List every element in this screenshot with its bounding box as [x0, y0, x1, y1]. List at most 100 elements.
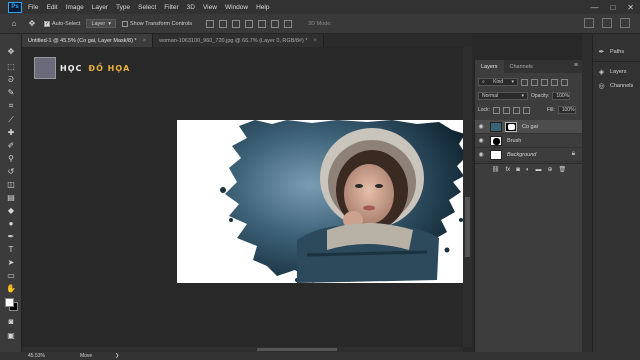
move-tool-icon[interactable]: ✥ — [5, 46, 17, 57]
menu-view[interactable]: View — [203, 4, 217, 11]
eye-icon[interactable]: ◉ — [475, 137, 487, 144]
close-icon[interactable]: × — [314, 38, 318, 44]
marquee-tool-icon[interactable]: ⬚ — [5, 61, 17, 72]
history-brush-tool-icon[interactable]: ↺ — [5, 166, 17, 177]
share-icon[interactable] — [620, 18, 630, 28]
new-layer-icon[interactable]: ⊕ — [547, 166, 552, 173]
move-tool-icon[interactable]: ✥ — [26, 18, 38, 30]
lock-transparent-icon[interactable] — [492, 106, 500, 114]
quick-mask-icon[interactable]: ◙ — [5, 316, 17, 327]
tools-panel: ✥ ⬚ ᘐ ✎ ⌗ ⟋ ✚ ✐ ⚲ ↺ ◫ ▤ ◆ ● ✒ T ➤ ▭ ✋ ◙ … — [0, 34, 22, 352]
zoom-level[interactable]: 45.53% — [28, 353, 45, 359]
minimize-button[interactable]: — — [590, 3, 598, 12]
menu-window[interactable]: Window — [225, 4, 248, 11]
trash-icon[interactable]: 🗑︎ — [558, 166, 566, 173]
close-icon[interactable]: × — [143, 38, 147, 44]
color-swatches[interactable] — [5, 298, 18, 311]
adjustment-layer-icon[interactable]: ◐ — [526, 167, 530, 173]
crop-tool-icon[interactable]: ⌗ — [5, 100, 17, 111]
brush-tool-icon[interactable]: ✐ — [5, 140, 17, 151]
workspace-icon[interactable] — [602, 18, 612, 28]
scrollbar-thumb[interactable] — [257, 348, 337, 351]
filter-kind-dropdown[interactable]: ⌕ Kind ▾ — [478, 78, 518, 86]
auto-select-target-dropdown[interactable]: Layer ▾ — [86, 19, 116, 28]
show-transform-checkbox[interactable]: Show Transform Controls — [121, 20, 192, 27]
tab-layers[interactable]: Layers — [475, 60, 504, 73]
path-select-tool-icon[interactable]: ➤ — [5, 257, 17, 268]
close-button[interactable]: ✕ — [627, 3, 634, 12]
canvas-area[interactable] — [22, 47, 472, 347]
home-icon[interactable]: ⌂ — [8, 18, 20, 30]
scrollbar-thumb[interactable] — [465, 197, 470, 257]
shape-filter-icon[interactable] — [551, 78, 558, 86]
pen-tool-icon[interactable]: ✒ — [5, 231, 17, 242]
align-middle-icon[interactable] — [258, 19, 267, 28]
menu-help[interactable]: Help — [256, 4, 269, 11]
dock-paths[interactable]: ✒ Paths — [597, 47, 625, 56]
opacity-input[interactable]: 100% — [552, 92, 571, 100]
fx-icon[interactable]: fx — [506, 167, 511, 173]
dodge-tool-icon[interactable]: ● — [5, 218, 17, 229]
document-canvas[interactable] — [177, 120, 467, 283]
screen-mode-icon[interactable]: ▣ — [5, 330, 17, 341]
healing-brush-tool-icon[interactable]: ✚ — [5, 127, 17, 138]
menu-image[interactable]: Image — [66, 4, 84, 11]
clone-stamp-tool-icon[interactable]: ⚲ — [5, 153, 17, 164]
align-center-icon[interactable] — [219, 19, 228, 28]
type-filter-icon[interactable] — [541, 78, 548, 86]
maximize-button[interactable]: □ — [610, 3, 615, 12]
shape-tool-icon[interactable]: ▭ — [5, 270, 17, 281]
layer-row-co-gai[interactable]: ◉ Co gai — [475, 120, 583, 134]
tab-woman-jpg[interactable]: woman-1063100_960_720.jpg @ 66.7% (Layer… — [153, 34, 325, 47]
fill-input[interactable]: 100% — [557, 106, 576, 114]
smart-filter-icon[interactable] — [561, 78, 568, 86]
align-left-icon[interactable] — [206, 19, 215, 28]
hand-tool-icon[interactable]: ✋ — [5, 283, 17, 294]
distribute-icon[interactable] — [284, 19, 293, 28]
menu-file[interactable]: File — [28, 4, 38, 11]
menu-select[interactable]: Select — [138, 4, 156, 11]
eye-icon[interactable]: ◉ — [475, 123, 487, 130]
layer-row-brush[interactable]: ◉ Brush — [475, 134, 583, 148]
layer-mask-thumbnail[interactable] — [505, 121, 517, 132]
blend-mode-dropdown[interactable]: Normal ▾ — [478, 92, 528, 100]
add-mask-icon[interactable]: ◙ — [516, 167, 520, 173]
auto-select-checkbox[interactable]: ✓ Auto-Select — [44, 20, 80, 27]
align-top-icon[interactable] — [245, 19, 254, 28]
pixel-filter-icon[interactable] — [521, 78, 528, 86]
status-expand-icon[interactable]: ❯ — [115, 353, 119, 359]
panel-menu-icon[interactable]: ≡ — [574, 62, 578, 69]
menu-layer[interactable]: Layer — [92, 4, 108, 11]
eyedropper-tool-icon[interactable]: ⟋ — [5, 114, 17, 125]
gradient-tool-icon[interactable]: ▤ — [5, 192, 17, 203]
eye-icon[interactable]: ◉ — [475, 151, 487, 158]
group-folder-icon[interactable]: ▬ — [535, 167, 541, 173]
blur-tool-icon[interactable]: ◆ — [5, 205, 17, 216]
menu-3d[interactable]: 3D — [187, 4, 195, 11]
document-tabs: Untitled-1 @ 45.5% (Co gai, Layer Mask/8… — [22, 34, 472, 47]
menu-type[interactable]: Type — [116, 4, 130, 11]
type-tool-icon[interactable]: T — [5, 244, 17, 255]
tab-untitled-1[interactable]: Untitled-1 @ 45.5% (Co gai, Layer Mask/8… — [22, 34, 154, 47]
adjustment-filter-icon[interactable] — [531, 78, 538, 86]
tab-channels[interactable]: Channels — [504, 60, 539, 73]
panel-collapse-strip[interactable] — [582, 34, 592, 352]
align-bottom-icon[interactable] — [271, 19, 280, 28]
search-icon[interactable] — [584, 18, 594, 28]
dock-layers[interactable]: ◈ Layers — [597, 67, 627, 76]
menu-filter[interactable]: Filter — [164, 4, 178, 11]
lock-pixels-icon[interactable] — [502, 106, 510, 114]
align-right-icon[interactable] — [232, 19, 241, 28]
eraser-tool-icon[interactable]: ◫ — [5, 179, 17, 190]
tab-label: woman-1063100_960_720.jpg @ 66.7% (Layer… — [159, 37, 308, 44]
dock-channels[interactable]: ◎ Channels — [597, 81, 633, 90]
link-layers-icon[interactable]: ⛓ — [492, 166, 500, 173]
lock-position-icon[interactable] — [512, 106, 520, 114]
vertical-scrollbar[interactable] — [463, 47, 472, 347]
foreground-color-swatch[interactable] — [5, 298, 14, 307]
layer-row-background[interactable]: ◉ Background 🔒︎ — [475, 148, 583, 162]
quick-select-tool-icon[interactable]: ✎ — [5, 87, 17, 98]
menu-edit[interactable]: Edit — [46, 4, 57, 11]
lasso-tool-icon[interactable]: ᘐ — [5, 74, 17, 85]
lock-all-icon[interactable] — [522, 106, 530, 114]
